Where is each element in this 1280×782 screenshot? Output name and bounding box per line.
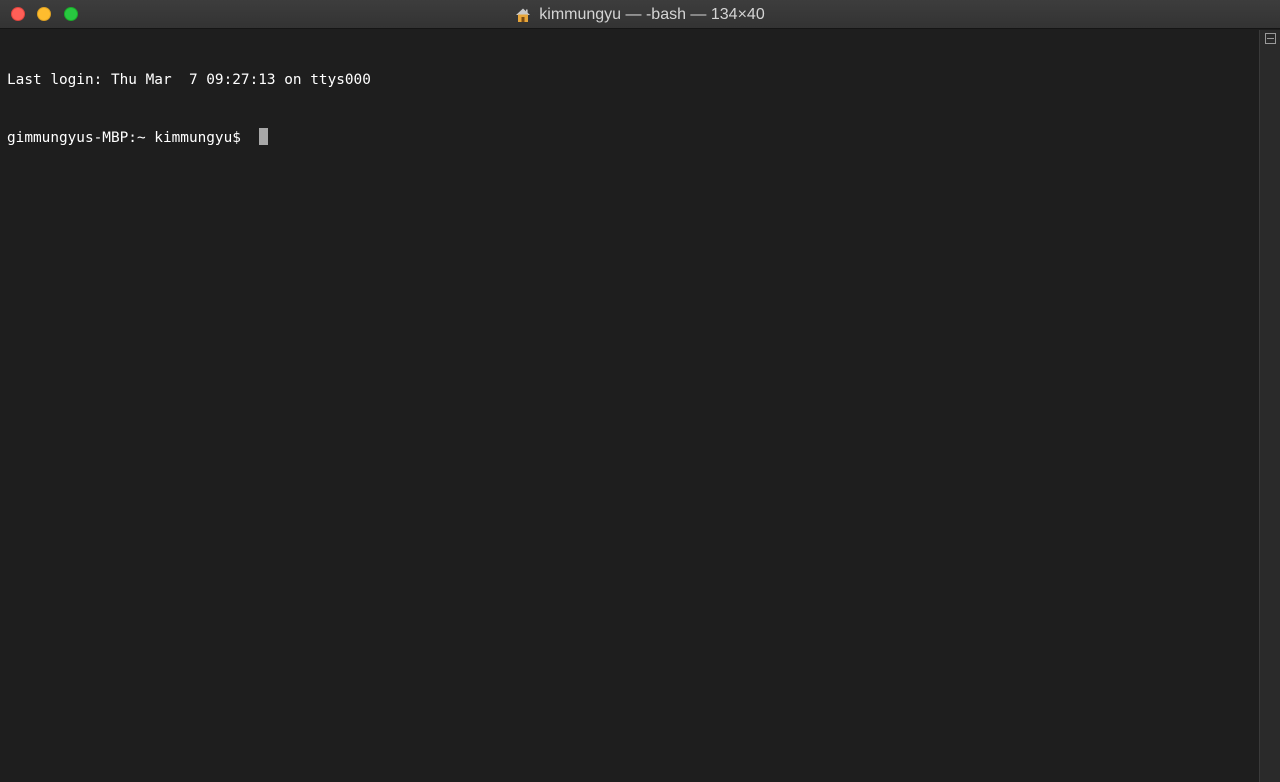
terminal-output[interactable]: Last login: Thu Mar 7 09:27:13 on ttys00… [0, 30, 1259, 782]
window-title: kimmungyu — -bash — 134×40 [539, 5, 765, 23]
terminal-line-prompt: gimmungyus-MBP:~ kimmungyu$ [7, 128, 1252, 147]
terminal-window: kimmungyu — -bash — 134×40 Last login: T… [0, 0, 1280, 782]
home-folder-icon [515, 7, 531, 23]
scrollbar[interactable] [1259, 30, 1280, 782]
title-bar[interactable]: kimmungyu — -bash — 134×40 [0, 0, 1280, 29]
shell-prompt: gimmungyus-MBP:~ kimmungyu$ [7, 130, 250, 146]
text-cursor [258, 128, 268, 145]
split-pane-icon[interactable] [1265, 33, 1276, 44]
terminal-line-last-login: Last login: Thu Mar 7 09:27:13 on ttys00… [7, 72, 371, 88]
window-title-area: kimmungyu — -bash — 134×40 [0, 0, 1280, 29]
